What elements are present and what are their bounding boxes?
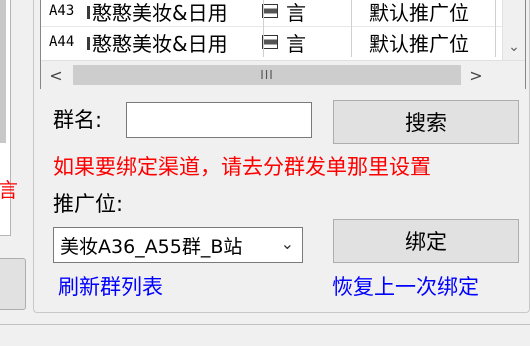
table-row[interactable]: A44 憨憨美妆&日用 言 默认推广位 xyxy=(49,29,499,56)
column-divider xyxy=(263,0,264,57)
chevron-down-icon[interactable]: ⌄ xyxy=(503,36,525,58)
search-button[interactable]: 搜索 xyxy=(333,100,519,144)
card-icon xyxy=(262,4,278,18)
vertical-scrollbar[interactable]: ⌄ xyxy=(502,0,525,60)
promo-position-label: 推广位: xyxy=(53,192,124,216)
window-divider xyxy=(0,324,530,325)
row-position: 默认推广位 xyxy=(369,31,469,56)
row-id: A43 xyxy=(49,3,75,19)
row-name: 憨憨美妆&日用 xyxy=(92,0,228,25)
chevron-left-icon[interactable]: < xyxy=(41,61,71,89)
row-marker-icon xyxy=(87,34,90,50)
group-name-input[interactable] xyxy=(126,102,312,138)
row-lang: 言 xyxy=(286,0,306,25)
group-name-label: 群名: xyxy=(53,108,103,132)
column-divider xyxy=(495,0,496,57)
group-list-view[interactable]: A43 憨憨美妆&日用 言 默认推广位 A44 憨憨美妆&日用 言 默认推广位 … xyxy=(40,0,526,89)
promo-position-select[interactable]: 美妆A36_A55群_B站 ⌄ xyxy=(53,227,303,263)
horizontal-scroll-thumb[interactable]: III xyxy=(73,65,461,85)
left-scrollbar-thumb[interactable] xyxy=(0,0,6,143)
promo-position-value: 美妆A36_A55群_B站 xyxy=(60,235,243,258)
card-icon xyxy=(262,35,278,49)
channel-notice: 如果要绑定渠道，请去分群发单那里设置 xyxy=(53,155,431,179)
row-lang: 言 xyxy=(286,31,306,56)
row-position: 默认推广位 xyxy=(369,0,469,25)
chevron-right-icon[interactable]: > xyxy=(461,61,491,89)
row-id: A44 xyxy=(49,34,75,50)
column-divider xyxy=(351,0,352,57)
row-marker-icon xyxy=(87,3,90,19)
restore-last-binding-link[interactable]: 恢复上一次绑定 xyxy=(332,273,479,301)
left-partial-button[interactable] xyxy=(0,258,26,310)
horizontal-scrollbar[interactable]: < III > xyxy=(41,60,525,89)
refresh-group-list-link[interactable]: 刷新群列表 xyxy=(58,273,163,301)
left-partial-text: 言 xyxy=(0,178,18,202)
table-row[interactable]: A43 憨憨美妆&日用 言 默认推广位 xyxy=(49,0,499,25)
bind-button[interactable]: 绑定 xyxy=(333,219,519,263)
row-name: 憨憨美妆&日用 xyxy=(92,31,228,56)
chevron-down-icon: ⌄ xyxy=(280,234,294,253)
